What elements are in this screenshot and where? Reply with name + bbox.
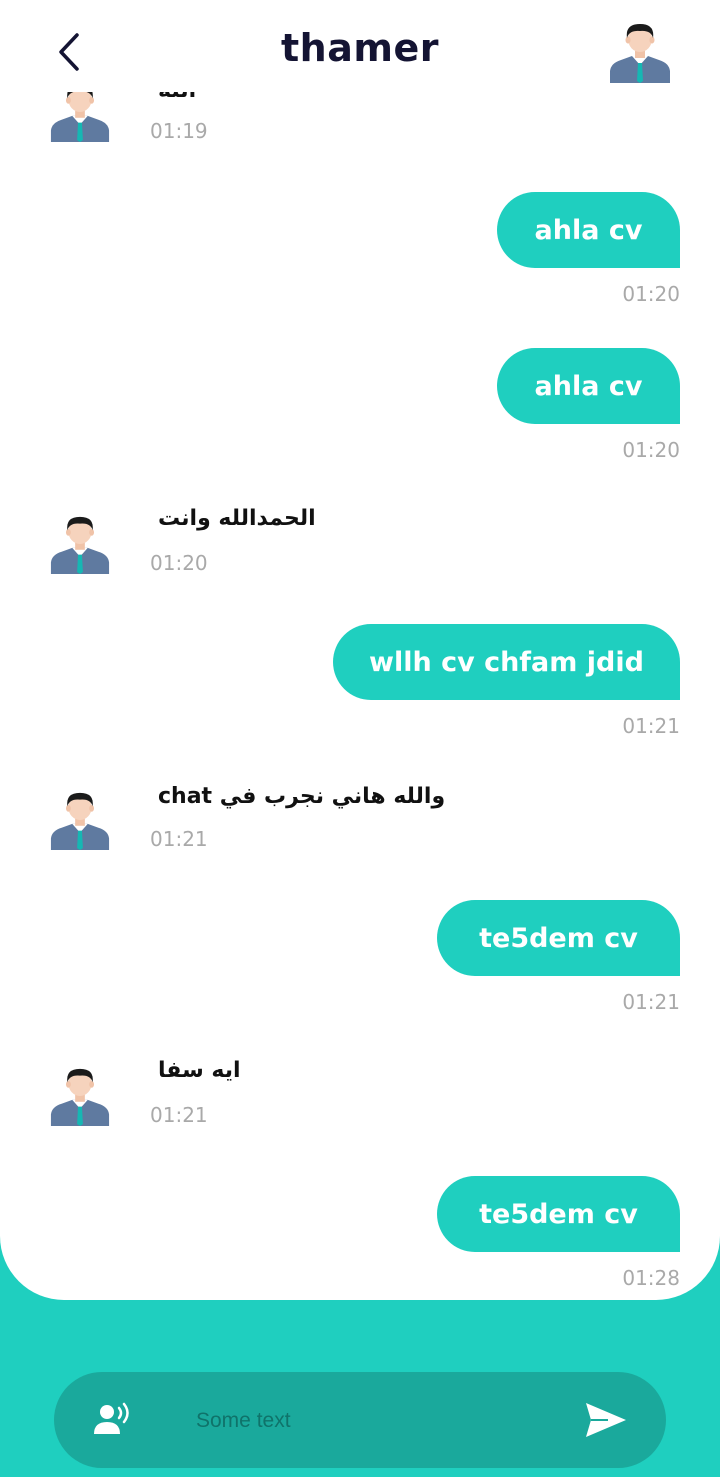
person-avatar-icon[interactable] xyxy=(608,18,672,84)
person-avatar-icon xyxy=(49,512,111,574)
message-input[interactable] xyxy=(194,1398,578,1444)
message-time: 01:21 xyxy=(150,1103,208,1127)
message-time: 01:20 xyxy=(622,438,680,462)
received-message-text: الحمدالله وانت xyxy=(158,506,316,531)
sent-message-bubble[interactable]: ahla cv xyxy=(497,192,680,268)
message-time: 01:28 xyxy=(622,1266,680,1290)
received-message-text: والله هاني نجرب في chat xyxy=(158,784,446,809)
sent-message-text: te5dem cv xyxy=(479,1198,638,1230)
message-time: 01:21 xyxy=(622,714,680,738)
message-time: 01:21 xyxy=(622,990,680,1014)
message-time: 01:19 xyxy=(150,119,208,143)
person-avatar-icon xyxy=(49,788,111,850)
message-time: 01:21 xyxy=(150,827,208,851)
sent-message-text: ahla cv xyxy=(534,214,643,246)
sent-message-bubble[interactable]: te5dem cv xyxy=(437,900,680,976)
send-arrow-icon[interactable] xyxy=(584,1400,628,1440)
sent-message-text: te5dem cv xyxy=(479,922,638,954)
sent-message-bubble[interactable]: te5dem cv xyxy=(437,1176,680,1252)
voice-speak-icon[interactable] xyxy=(92,1402,136,1438)
message-time: 01:20 xyxy=(622,282,680,306)
sent-message-text: ahla cv xyxy=(534,370,643,402)
message-composer xyxy=(54,1372,666,1468)
header: thamer xyxy=(0,0,720,92)
message-time: 01:20 xyxy=(150,551,208,575)
sent-message-bubble[interactable]: ahla cv xyxy=(497,348,680,424)
person-avatar-icon xyxy=(49,1064,111,1126)
received-message-text: ايه سفا xyxy=(158,1058,241,1083)
chat-panel: thamer الله 01:19 ahla cv 01:20 ahla cv … xyxy=(0,0,720,1300)
sent-message-bubble[interactable]: wllh cv chfam jdid xyxy=(333,624,680,700)
sent-message-text: wllh cv chfam jdid xyxy=(369,646,644,678)
